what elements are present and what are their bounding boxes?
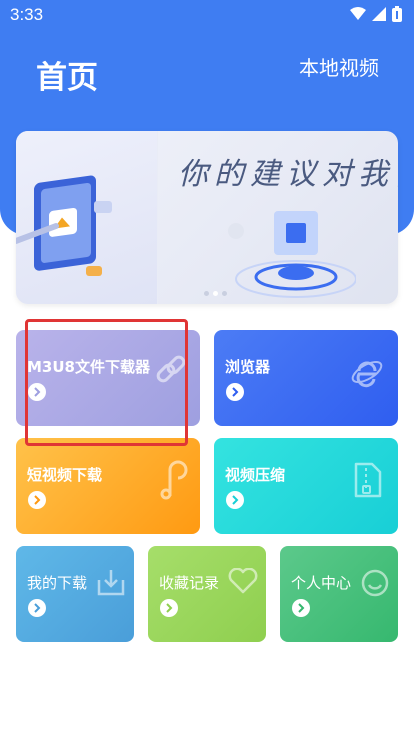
heart-icon [228,568,258,594]
browser-card[interactable]: 浏览器 [214,330,398,426]
m3u8-downloader-card[interactable]: M3U8文件下载器 [16,330,200,426]
arrow-right-icon [160,599,178,617]
m3u8-downloader-label: M3U8文件下载器 [27,358,150,376]
arrow-right-icon [28,599,46,617]
glass-cube-illustration-icon [228,211,356,298]
banner-dot[interactable] [222,291,227,296]
download-icon [97,570,125,596]
video-compress-card[interactable]: 视频压缩 [214,438,398,534]
favorites-label: 收藏记录 [159,574,220,592]
banner-dot-active[interactable] [213,291,218,296]
short-video-download-label: 短视频下载 [27,466,103,484]
status-bar: 3:33 [0,0,414,30]
local-video-link[interactable]: 本地视频 [299,52,379,81]
link-icon [156,355,186,383]
status-icons [350,6,402,22]
status-time: 3:33 [10,5,44,24]
wifi-icon [350,7,366,20]
arrow-right-icon [226,491,244,509]
profile-label: 个人中心 [291,574,352,592]
favorites-card[interactable]: 收藏记录 [148,546,266,642]
arrow-right-icon [292,599,310,617]
tablet-illustration-icon [16,175,112,276]
profile-card[interactable]: 个人中心 [280,546,398,642]
video-compress-label: 视频压缩 [225,466,286,484]
page-title: 首页 [36,60,98,96]
my-downloads-card[interactable]: 我的下载 [16,546,134,642]
battery-icon [392,6,402,22]
arrow-right-icon [226,383,244,401]
promo-banner[interactable]: 你的建议对我们 [16,131,398,304]
arrow-right-icon [28,383,46,401]
banner-dot[interactable] [204,291,209,296]
signal-icon [372,7,386,21]
banner-slogan: 你的建议对我们 [178,157,398,192]
short-video-download-card[interactable]: 短视频下载 [16,438,200,534]
smile-icon [361,569,389,597]
banner-illustration-left [16,131,158,304]
browser-e-icon [351,360,383,388]
zip-icon [354,462,382,498]
banner-pagination [204,291,227,296]
my-downloads-label: 我的下载 [27,574,88,592]
browser-label: 浏览器 [225,358,271,376]
arrow-right-icon [28,491,46,509]
music-note-icon [160,460,188,500]
